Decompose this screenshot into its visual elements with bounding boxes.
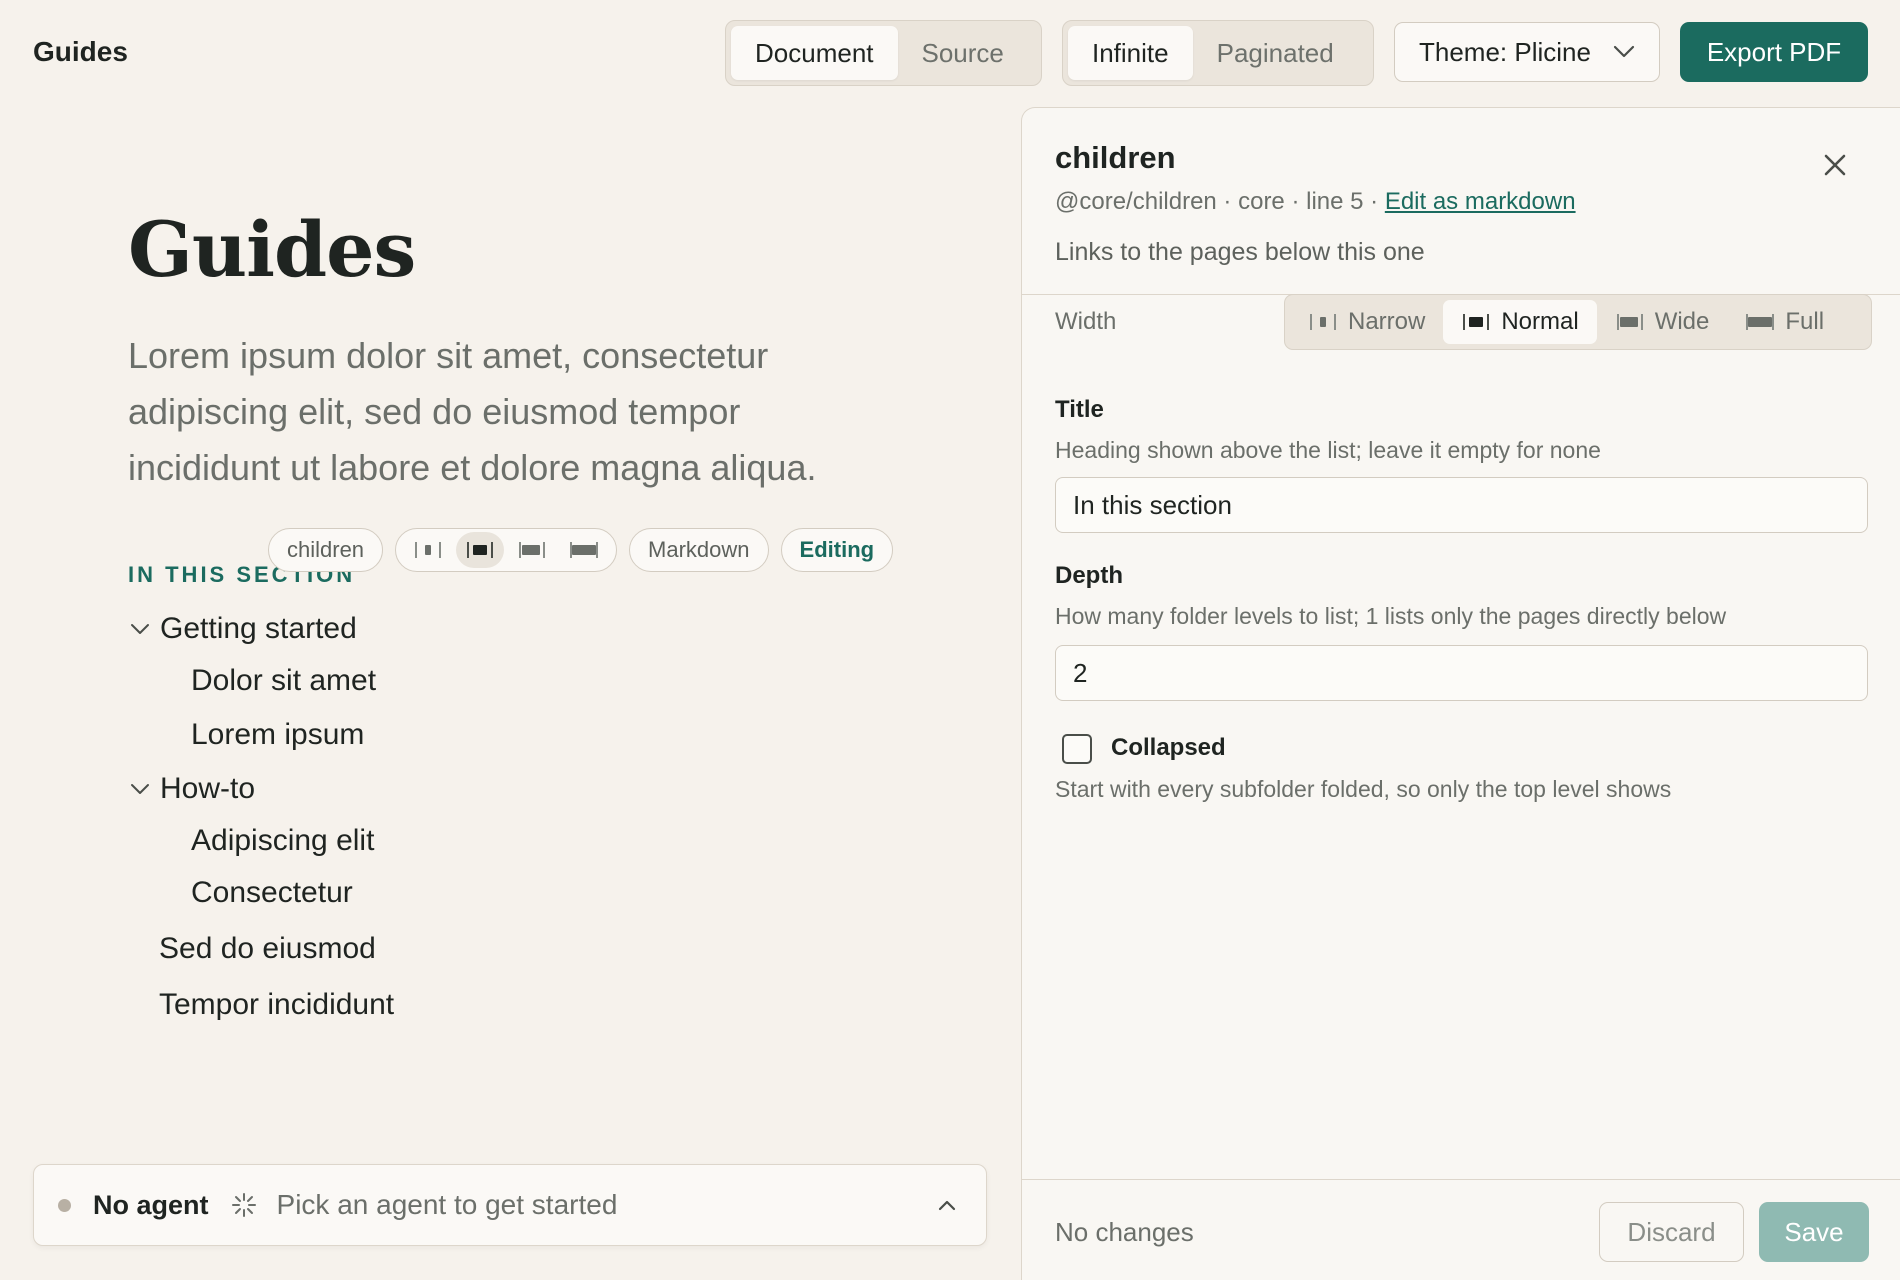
agent-hint[interactable]: Pick an agent to get started: [277, 1189, 932, 1221]
app-title: Guides: [33, 36, 128, 67]
width-narrow-button[interactable]: [404, 532, 452, 568]
depth-field-help: How many folder levels to list; 1 lists …: [1055, 603, 1727, 629]
divider: [1022, 1179, 1900, 1180]
tree-item-label: Dolor sit amet: [191, 664, 377, 697]
width-option-full[interactable]: Full: [1727, 300, 1842, 344]
title-field-help: Heading shown above the list; leave it e…: [1055, 437, 1601, 463]
theme-select[interactable]: Theme: Plicine: [1394, 22, 1660, 82]
edit-as-markdown-link[interactable]: Edit as markdown: [1385, 188, 1576, 215]
block-name-chip[interactable]: children: [268, 528, 384, 572]
width-option-narrow[interactable]: Narrow: [1290, 300, 1443, 344]
width-option-label: Full: [1785, 308, 1825, 335]
chevron-down-icon[interactable]: [128, 617, 152, 641]
width-wide-button[interactable]: [508, 532, 556, 568]
tree-item-label: Getting started: [160, 612, 357, 645]
collapsed-label[interactable]: Collapsed: [1111, 734, 1226, 762]
tree-item[interactable]: Lorem ipsum: [191, 718, 364, 752]
editing-badge[interactable]: Editing: [780, 528, 894, 572]
width-normal-icon: [467, 542, 494, 558]
tree-item-label: Adipiscing elit: [191, 824, 375, 857]
width-label: Width: [1055, 308, 1117, 335]
collapsed-checkbox[interactable]: [1062, 734, 1092, 764]
agent-bar: No agent Pick an agent to get started: [33, 1164, 987, 1246]
export-pdf-button[interactable]: Export PDF: [1680, 22, 1868, 82]
tree-item[interactable]: Dolor sit amet: [191, 664, 376, 698]
layout-infinite-tab[interactable]: Infinite: [1068, 26, 1193, 80]
tree-item-label: Consectetur: [191, 876, 353, 909]
inspector-meta: @core/children · core · line 5 · Edit as…: [1055, 188, 1576, 216]
chevron-up-icon[interactable]: [932, 1190, 962, 1220]
layout-mode-switch: Infinite Paginated: [1062, 20, 1374, 86]
width-full-icon: [570, 542, 599, 558]
inspector-panel: children @core/children · core · line 5 …: [1021, 107, 1900, 1280]
tree-item[interactable]: Adipiscing elit: [191, 824, 374, 858]
agent-status-dot: [58, 1198, 71, 1212]
inspector-title: children: [1055, 140, 1176, 175]
block-width-switch: [395, 528, 618, 572]
document-lede: Lorem ipsum dolor sit amet, consectetur …: [128, 335, 817, 488]
view-document-tab[interactable]: Document: [731, 26, 898, 80]
width-wide-icon: [519, 542, 546, 558]
width-narrow-icon: [1310, 314, 1336, 330]
tree-item[interactable]: How-to: [128, 772, 255, 806]
width-option-label: Narrow: [1348, 308, 1426, 335]
tree-item-label: Sed do eiusmod: [159, 932, 376, 965]
depth-input[interactable]: [1055, 645, 1868, 701]
width-full-icon: [1746, 314, 1775, 330]
save-status: No changes: [1055, 1217, 1194, 1247]
tree-item-label: Tempor incididunt: [159, 988, 395, 1021]
tree-item-label: Lorem ipsum: [191, 718, 365, 751]
tree-item[interactable]: Consectetur: [191, 876, 353, 910]
discard-button[interactable]: Discard: [1599, 1202, 1744, 1262]
depth-field-label: Depth: [1055, 562, 1123, 589]
collapsed-help: Start with every subfolder folded, so on…: [1055, 776, 1672, 802]
width-normal-icon: [1463, 314, 1490, 330]
width-option-label: Normal: [1501, 308, 1579, 335]
width-option-normal[interactable]: Normal: [1443, 300, 1597, 344]
width-option-label: Wide: [1654, 308, 1710, 335]
tree-item[interactable]: Tempor incididunt: [159, 988, 394, 1022]
title-input[interactable]: [1055, 477, 1868, 533]
width-wide-icon: [1616, 314, 1643, 330]
view-mode-switch: Document Source: [725, 20, 1042, 86]
title-field-label: Title: [1055, 396, 1104, 423]
width-narrow-icon: [415, 542, 442, 558]
theme-select-label: Theme: Plicine: [1419, 36, 1591, 67]
block-toolbar: children Markdown Editing: [268, 528, 894, 572]
close-icon[interactable]: [1822, 152, 1848, 178]
tree-item[interactable]: Sed do eiusmod: [159, 932, 376, 966]
layout-paginated-tab[interactable]: Paginated: [1193, 26, 1358, 80]
view-source-tab[interactable]: Source: [898, 26, 1028, 80]
width-option-wide[interactable]: Wide: [1597, 300, 1728, 344]
inspector-description: Links to the pages below this one: [1055, 238, 1425, 266]
document-title: Guides: [128, 205, 416, 294]
save-button[interactable]: Save: [1759, 1202, 1869, 1262]
inspector-meta-text: @core/children · core · line 5 ·: [1055, 188, 1385, 215]
chevron-down-icon: [1613, 45, 1635, 58]
tree-item-label: How-to: [160, 772, 256, 805]
width-full-button[interactable]: [560, 532, 608, 568]
sparkle-icon: [231, 1192, 257, 1218]
chevron-down-icon[interactable]: [128, 777, 152, 801]
agent-name: No agent: [93, 1189, 209, 1220]
tree-item[interactable]: Getting started: [128, 612, 357, 646]
width-selector: Narrow Normal Wide Full: [1284, 294, 1872, 350]
markdown-button[interactable]: Markdown: [629, 528, 769, 572]
width-normal-button[interactable]: [456, 532, 505, 568]
